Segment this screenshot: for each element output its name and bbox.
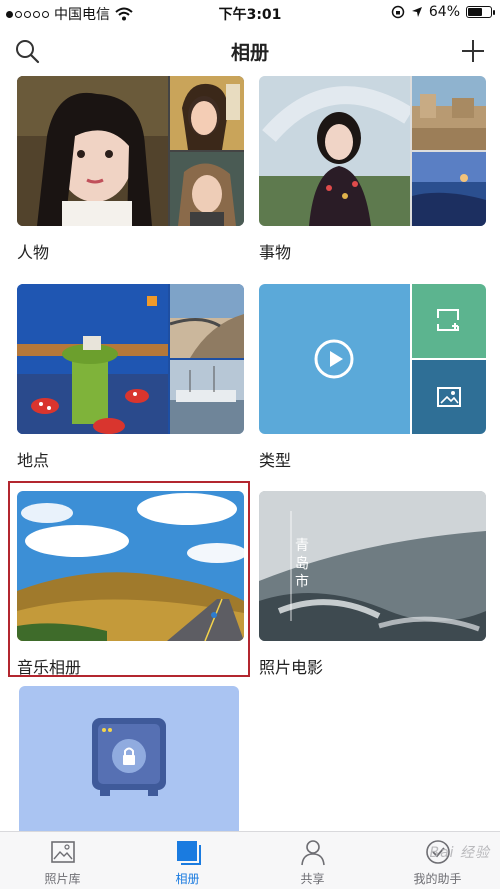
portrait-photo: [170, 152, 244, 226]
album-places-cover: [17, 284, 244, 434]
tab-label: 共享: [300, 872, 325, 886]
coast-photo: [412, 152, 486, 226]
status-right: 64%: [391, 4, 495, 20]
tab-shared[interactable]: 共享: [250, 832, 375, 889]
album-types-cover: [259, 284, 486, 434]
watermark: Bai 经验: [429, 845, 490, 861]
screenshot-icon: [437, 309, 459, 331]
tab-label: 照片库: [44, 872, 81, 886]
waves-photo: [259, 491, 486, 641]
battery-icon: [466, 6, 495, 18]
portrait-photo: [170, 76, 244, 150]
person-icon: [300, 840, 325, 866]
tab-label: 我的助手: [413, 872, 462, 886]
battery-fill: [468, 8, 483, 16]
tab-photo-library[interactable]: 照片库: [0, 832, 125, 889]
album-private-cover: [19, 686, 239, 831]
album-label: 事物: [259, 243, 292, 262]
image-tile: [412, 360, 486, 434]
harbor-photo: [170, 360, 244, 434]
status-bar: 中国电信 下午3:01 64%: [0, 0, 500, 26]
album-photo-movie-cover: 青岛市: [259, 491, 486, 641]
castle-photo: [412, 76, 486, 150]
album-people-cover: [17, 76, 244, 226]
battery-percent: 64%: [428, 4, 460, 20]
play-icon: [314, 339, 354, 379]
tab-bar: 照片库 相册 共享 我的助手: [0, 831, 500, 889]
album-label: 地点: [17, 451, 50, 470]
tab-albums[interactable]: 相册: [125, 832, 250, 889]
rotation-lock-icon: [391, 5, 405, 19]
album-label: 人物: [17, 243, 50, 262]
album-things-cover: [259, 76, 486, 226]
tab-label: 相册: [175, 872, 200, 886]
photo-icon: [50, 841, 75, 863]
album-label: 类型: [259, 451, 292, 470]
beach-photo: [170, 284, 244, 358]
umbrella-girl-photo: [259, 76, 410, 226]
highlight-box: [8, 481, 250, 677]
location-icon: [411, 7, 422, 17]
album-icon: [176, 841, 201, 865]
plus-icon[interactable]: [460, 38, 486, 64]
playground-photo: [17, 284, 168, 434]
cover-caption: 青岛市: [295, 538, 309, 590]
page-title: 相册: [230, 42, 269, 64]
safe-lock-icon: [92, 718, 166, 796]
screenshot-tile: [412, 284, 486, 358]
nav-bar: 相册: [0, 26, 500, 74]
image-icon: [437, 387, 461, 407]
video-tile: [259, 284, 410, 434]
portrait-photo: [17, 76, 168, 226]
album-label: 照片电影: [259, 658, 324, 677]
